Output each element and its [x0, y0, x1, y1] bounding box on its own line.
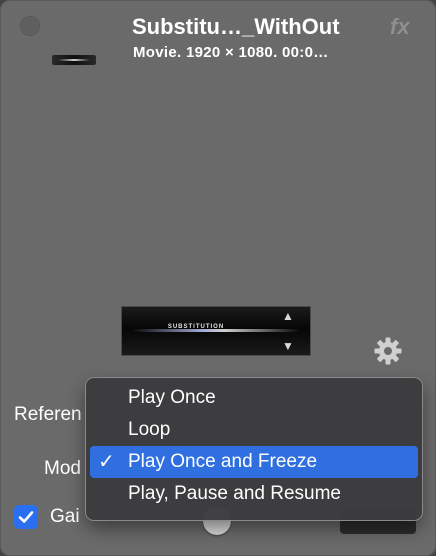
- preview-text: SUBSTITUTION: [167, 324, 225, 330]
- down-chevron-icon: ▼: [282, 339, 294, 353]
- menu-item-label: Play Once: [128, 387, 216, 408]
- checkmark-icon: [18, 511, 34, 523]
- checkmark-icon: ✓: [98, 451, 115, 473]
- mode-label: Mod: [44, 458, 81, 479]
- close-dot-icon[interactable]: [20, 16, 40, 36]
- gain-label: Gai: [50, 506, 80, 527]
- menu-item-play-once-and-freeze[interactable]: ✓ Play Once and Freeze: [90, 446, 418, 478]
- menu-item-label: Play, Pause and Resume: [128, 483, 341, 504]
- clip-preview: SUBSTITUTION ▲ ▼: [122, 307, 310, 355]
- menu-item-loop[interactable]: Loop: [90, 414, 418, 446]
- menu-item-label: Loop: [128, 419, 171, 440]
- gear-icon[interactable]: [373, 336, 403, 366]
- mode-popup-menu: Play Once Loop ✓ Play Once and Freeze Pl…: [86, 378, 422, 520]
- reference-label: Referen: [14, 404, 82, 425]
- menu-item-label: Play Once and Freeze: [128, 451, 318, 472]
- fx-icon[interactable]: fx: [390, 14, 410, 40]
- inspector-panel: Substitu…_WithOut fx Movie. 1920 × 1080.…: [0, 0, 436, 556]
- clip-title: Substitu…_WithOut: [132, 14, 340, 39]
- up-chevron-icon: ▲: [282, 309, 294, 323]
- menu-item-play-pause-resume[interactable]: Play, Pause and Resume: [90, 478, 418, 510]
- menu-item-play-once[interactable]: Play Once: [90, 382, 418, 414]
- gain-checkbox[interactable]: [14, 505, 38, 529]
- clip-info: Movie. 1920 × 1080. 00:0…: [133, 44, 329, 61]
- clip-thumbnail: [52, 55, 96, 65]
